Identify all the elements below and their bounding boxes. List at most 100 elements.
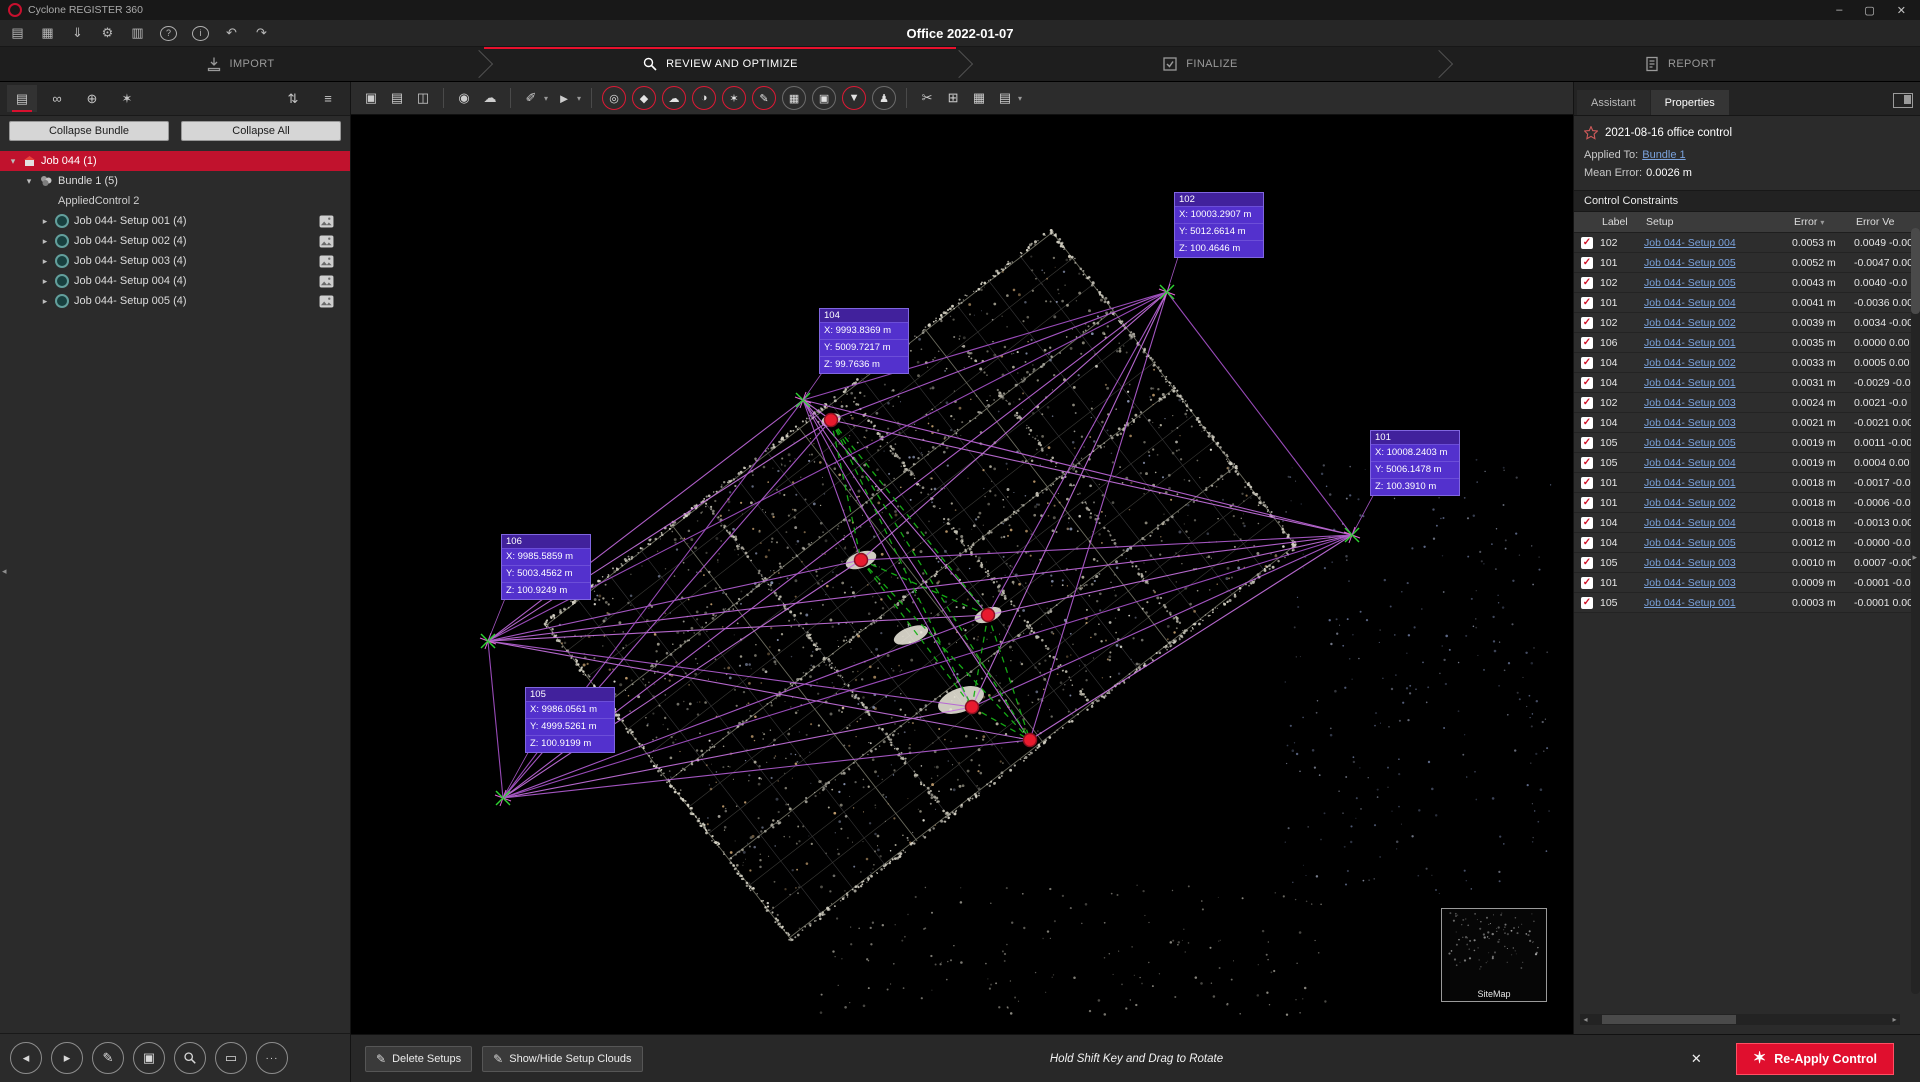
settings-icon[interactable]: ⚙ [100, 25, 115, 41]
caret-down-icon[interactable]: ▾ [544, 94, 548, 103]
caret-right-icon[interactable]: ▸ [40, 216, 50, 227]
scroll-left-icon[interactable]: ◂ [1580, 1015, 1591, 1024]
constraint-checkbox[interactable]: ✓ [1581, 457, 1593, 469]
caret-right-icon[interactable]: ▸ [40, 276, 50, 287]
constraint-row[interactable]: ✓101Job 044- Setup 0010.0018 m-0.0017 -0… [1574, 473, 1920, 493]
collapse-right-panel-arrow[interactable]: ▸ [1912, 552, 1917, 563]
tag-tool-icon[interactable]: ◆ [632, 86, 656, 110]
expand-tool-icon[interactable]: ⊞ [943, 87, 963, 109]
report-grid-icon[interactable]: ▥ [130, 25, 145, 41]
caret-down-icon[interactable]: ▾ [8, 156, 18, 167]
constraint-row[interactable]: ✓101Job 044- Setup 0050.0052 m-0.0047 0.… [1574, 253, 1920, 273]
col-error-vector[interactable]: Error Ve [1854, 216, 1920, 228]
select-tool-icon[interactable]: ► [554, 87, 574, 109]
constraint-setup-link[interactable]: Job 044- Setup 003 [1644, 557, 1792, 569]
constraint-row[interactable]: ✓104Job 044- Setup 0010.0031 m-0.0029 -0… [1574, 373, 1920, 393]
constraint-checkbox[interactable]: ✓ [1581, 557, 1593, 569]
tree-item-setup[interactable]: ▸Job 044- Setup 004 (4) [0, 271, 350, 291]
constraint-row[interactable]: ✓102Job 044- Setup 0040.0053 m0.0049 -0.… [1574, 233, 1920, 253]
tab-project-tree[interactable]: ▤ [7, 85, 37, 112]
constraint-checkbox[interactable]: ✓ [1581, 517, 1593, 529]
constraint-row[interactable]: ✓106Job 044- Setup 0010.0035 m0.0000 0.0… [1574, 333, 1920, 353]
cloud-visibility-icon[interactable]: ☁ [480, 87, 500, 109]
camera-tool-icon[interactable]: ▣ [812, 86, 836, 110]
constraint-setup-link[interactable]: Job 044- Setup 004 [1644, 457, 1792, 469]
control-point-label-105[interactable]: 105X: 9986.0561 mY: 4999.5261 mZ: 100.91… [525, 687, 615, 753]
split-tool-icon[interactable]: ✂ [917, 87, 937, 109]
constraint-row[interactable]: ✓102Job 044- Setup 0020.0039 m0.0034 -0.… [1574, 313, 1920, 333]
constraint-row[interactable]: ✓101Job 044- Setup 0030.0009 m-0.0001 -0… [1574, 573, 1920, 593]
constraint-checkbox[interactable]: ✓ [1581, 257, 1593, 269]
copy-tool-icon[interactable]: ▣ [361, 87, 381, 109]
constraint-row[interactable]: ✓104Job 044- Setup 0040.0018 m-0.0013 0.… [1574, 513, 1920, 533]
setup-images-icon[interactable] [319, 275, 334, 288]
collapse-bundle-button[interactable]: Collapse Bundle [9, 121, 169, 141]
setup-point[interactable] [966, 701, 979, 714]
viewport[interactable]: SiteMap 102X: 10003.2907 mY: 5012.6614 m… [351, 115, 1573, 1034]
constraint-setup-link[interactable]: Job 044- Setup 002 [1644, 317, 1792, 329]
collapse-left-panel-arrow[interactable]: ◂ [2, 566, 7, 577]
constraint-checkbox[interactable]: ✓ [1581, 417, 1593, 429]
scrollbar-thumb[interactable] [1911, 228, 1920, 314]
constraint-checkbox[interactable]: ✓ [1581, 537, 1593, 549]
person-tool-icon[interactable]: ♟ [872, 86, 896, 110]
tree-item-job[interactable]: ▾ Job 044 (1) [0, 151, 350, 171]
constraint-row[interactable]: ✓104Job 044- Setup 0030.0021 m-0.0021 0.… [1574, 413, 1920, 433]
vertical-scrollbar[interactable] [1911, 228, 1920, 994]
open-icon[interactable]: ▤ [10, 25, 25, 41]
constraint-checkbox[interactable]: ✓ [1581, 437, 1593, 449]
tab-links[interactable]: ∞ [42, 85, 72, 112]
star-tool-icon[interactable]: ✶ [722, 86, 746, 110]
cloud-tool-icon[interactable]: ☁ [662, 86, 686, 110]
close-window-button[interactable]: ✕ [1897, 4, 1906, 17]
dismiss-bar-button[interactable]: ✕ [1685, 1050, 1708, 1068]
label-button[interactable]: ▭ [215, 1042, 247, 1074]
list-options-button[interactable]: ≡ [313, 85, 343, 112]
caret-right-icon[interactable]: ▸ [40, 236, 50, 247]
tree-item-setup[interactable]: ▸Job 044- Setup 002 (4) [0, 231, 350, 251]
tree-item-setup[interactable]: ▸Job 044- Setup 001 (4) [0, 211, 350, 231]
delete-setups-button[interactable]: ✎ Delete Setups [365, 1046, 472, 1072]
constraint-row[interactable]: ✓101Job 044- Setup 0020.0018 m-0.0006 -0… [1574, 493, 1920, 513]
scrollbar-thumb[interactable] [1602, 1015, 1736, 1024]
tab-control[interactable]: ✶ [112, 85, 142, 112]
setup-images-icon[interactable] [319, 295, 334, 308]
geotag-tool-icon[interactable]: ▼ [842, 86, 866, 110]
constraint-row[interactable]: ✓105Job 044- Setup 0010.0003 m-0.0001 0.… [1574, 593, 1920, 613]
constraint-setup-link[interactable]: Job 044- Setup 002 [1644, 497, 1792, 509]
caret-down-icon[interactable]: ▾ [1018, 94, 1022, 103]
constraint-setup-link[interactable]: Job 044- Setup 001 [1644, 477, 1792, 489]
setup-point[interactable] [982, 609, 995, 622]
panel-layout-icon[interactable] [1893, 93, 1913, 108]
horizontal-scrollbar[interactable]: ◂ ▸ [1580, 1014, 1900, 1025]
setup-point[interactable] [825, 414, 838, 427]
constraint-setup-link[interactable]: Job 044- Setup 001 [1644, 377, 1792, 389]
tree-item-setup[interactable]: ▸Job 044- Setup 005 (4) [0, 291, 350, 311]
constraint-setup-link[interactable]: Job 044- Setup 005 [1644, 437, 1792, 449]
constraint-row[interactable]: ✓101Job 044- Setup 0040.0041 m-0.0036 0.… [1574, 293, 1920, 313]
constraint-setup-link[interactable]: Job 044- Setup 004 [1644, 517, 1792, 529]
constraint-checkbox[interactable]: ✓ [1581, 497, 1593, 509]
workflow-tab-report[interactable]: REPORT [1440, 47, 1920, 81]
edit-button[interactable]: ✎ [92, 1042, 124, 1074]
nav-back-button[interactable]: ◂ [10, 1042, 42, 1074]
constraint-setup-link[interactable]: Job 044- Setup 005 [1644, 537, 1792, 549]
constraint-setup-link[interactable]: Job 044- Setup 003 [1644, 397, 1792, 409]
constraint-checkbox[interactable]: ✓ [1581, 597, 1593, 609]
constraint-checkbox[interactable]: ✓ [1581, 357, 1593, 369]
maximize-button[interactable]: ▢ [1864, 4, 1874, 17]
setup-point[interactable] [1024, 734, 1037, 747]
col-setup[interactable]: Setup [1644, 216, 1792, 228]
workflow-tab-finalize[interactable]: FINALIZE [960, 47, 1440, 81]
constraint-setup-link[interactable]: Job 044- Setup 005 [1644, 257, 1792, 269]
control-point-label-104[interactable]: 104X: 9993.8369 mY: 5009.7217 mZ: 99.763… [819, 308, 909, 374]
undo-icon[interactable]: ↶ [224, 25, 239, 41]
setup-images-icon[interactable] [319, 255, 334, 268]
caret-right-icon[interactable]: ▸ [40, 296, 50, 307]
sitemap-overview[interactable]: SiteMap [1441, 908, 1547, 1002]
constraint-checkbox[interactable]: ✓ [1581, 577, 1593, 589]
pen-tool-icon[interactable]: ✎ [752, 86, 776, 110]
tree-item-bundle[interactable]: ▾ Bundle 1 (5) [0, 171, 350, 191]
constraint-setup-link[interactable]: Job 044- Setup 001 [1644, 337, 1792, 349]
help-icon[interactable]: ? [160, 26, 177, 41]
